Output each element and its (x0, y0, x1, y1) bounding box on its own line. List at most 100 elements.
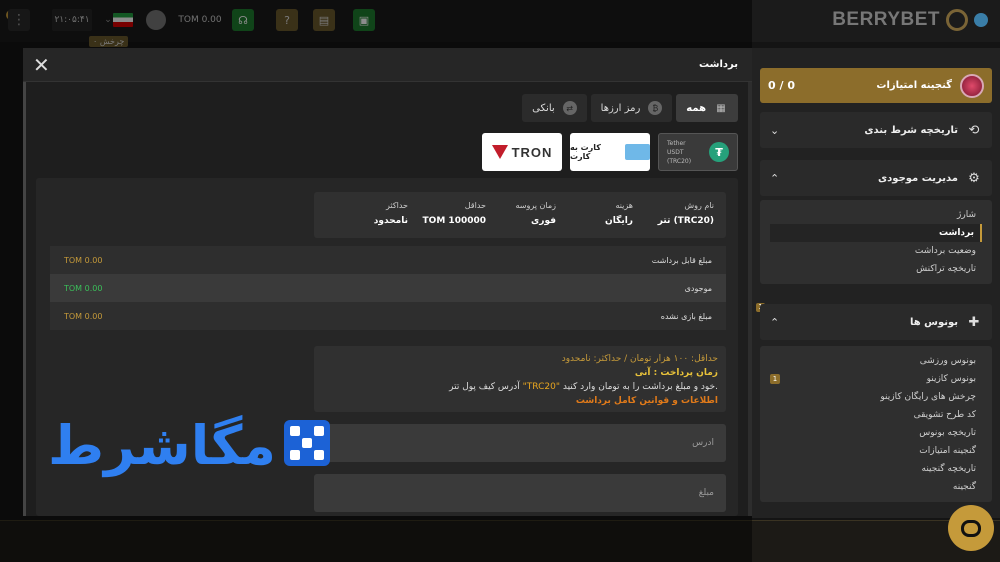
tab-all-label: همه (686, 102, 706, 114)
chevron-up-icon: ⌃ (770, 315, 780, 329)
info-time-header: زمان پروسه (515, 201, 557, 210)
withdraw-rules-link[interactable]: اطلاعات و قوانین کامل برداشت (322, 394, 718, 408)
tab-crypto[interactable]: رمز ارزها ₿ (590, 94, 673, 122)
table-row: TOM 0.00 موجودی (50, 274, 726, 302)
balance-table: TOM 0.00 مبلغ قابل برداشت TOM 0.00 موجود… (50, 246, 726, 330)
tab-bank[interactable]: بانکی ⇄ (522, 94, 587, 122)
tron-label: TRON (511, 144, 553, 160)
tether-name: Tether (667, 139, 686, 147)
scrollbar[interactable] (23, 82, 26, 516)
chevron-up-icon: ⌃ (770, 171, 780, 185)
sidebar-item-treasure-history[interactable]: تاریخچه گنجینه (770, 460, 982, 478)
tether-network: USDT (TRC20) (667, 148, 692, 165)
info-max: حداکثر نامحدود (374, 201, 408, 226)
amount-input[interactable] (314, 474, 726, 512)
watermark-logo: مگاشرط (48, 406, 333, 486)
gear-icon: ⚙ (968, 170, 980, 186)
method-tether-trc20[interactable]: Tether USDT (TRC20) ₮ (658, 133, 738, 171)
treasure-gem-icon (960, 73, 984, 98)
wallet-menu: شارژ برداشت وضعیت برداشت تاریخچه تراکنش (760, 200, 992, 284)
balance-label: موجودی (684, 283, 712, 293)
table-row: TOM 0.00 مبلغ بازی نشده (50, 302, 726, 330)
info-min-value: TOM 100000 (422, 216, 486, 226)
sidebar-item-deposit[interactable]: شارژ (770, 206, 982, 224)
info-min-header: حداقل (464, 201, 486, 210)
info-time: زمان پروسه فوری (516, 201, 557, 226)
watermark-text: مگاشرط (48, 414, 276, 477)
withdrawable-value: TOM 0.00 (64, 255, 103, 265)
casino-bonus-label: بونوس کازینو (926, 374, 976, 384)
wallet-label: مدیریت موجودی (878, 172, 958, 184)
notice-instructions: آدرس کیف پول تتر "TRC20" خود و مبلغ بردا… (322, 380, 718, 394)
points-treasure-card[interactable]: 0 / 0 گنجینه امتیازات (760, 68, 992, 103)
sidebar-item-promo-code[interactable]: کد طرح تشویقی (770, 406, 982, 424)
method-tron[interactable]: TRON (482, 133, 562, 171)
notice-instructions-post: خود و مبلغ برداشت را به تومان وارد کنید. (559, 382, 718, 392)
tab-bank-label: بانکی (532, 102, 555, 114)
info-max-header: حداکثر (385, 201, 408, 210)
info-method-header: نام روش (684, 201, 714, 210)
method-card-to-card[interactable]: کارت به کارت (570, 133, 650, 171)
payment-methods: TRON کارت به کارت Tether USDT (TRC20) ₮ (482, 133, 738, 171)
withdraw-notice: حداقل: ۱۰۰ هزار تومان / حداکثر: نامحدود … (314, 346, 726, 412)
wallet-section[interactable]: ⌃ مدیریت موجودی ⚙ (760, 160, 992, 196)
tab-crypto-label: رمز ارزها (600, 102, 641, 114)
info-max-value: نامحدود (373, 216, 408, 226)
brand-mark-icon (946, 9, 968, 31)
info-time-value: فوری (531, 216, 556, 226)
table-row: TOM 0.00 مبلغ قابل برداشت (50, 246, 726, 274)
info-method: نام روش تتر (TRC20) (658, 201, 714, 226)
treasure-label: گنجینه امتیازات (876, 80, 952, 91)
sidebar-item-transactions[interactable]: تاریخچه تراکنش (770, 260, 982, 278)
brand-logo[interactable]: BERRYBET (832, 9, 988, 31)
bitcoin-icon: ₿ (648, 101, 663, 115)
chat-icon (961, 519, 981, 537)
card-to-card-label: کارت به کارت (570, 143, 601, 161)
tether-logo-icon: ₮ (709, 142, 729, 162)
bonus-menu: بونوس ورزشی 1 بونوس کازینو چرخش های رایگ… (760, 346, 992, 502)
info-fee: هزینه رایگان (605, 201, 633, 226)
scrollbar-track[interactable] (748, 82, 752, 516)
gift-icon: ✚ (968, 314, 980, 330)
sidebar-item-sport-bonus[interactable]: بونوس ورزشی (770, 352, 982, 370)
withdrawable-label: مبلغ قابل برداشت (651, 255, 712, 265)
info-fee-value: رایگان (605, 216, 633, 226)
bonus-label: بونوس ها (909, 316, 958, 328)
bank-card-icon (625, 144, 650, 160)
casino-bonus-badge: 1 (770, 374, 780, 384)
close-icon[interactable]: ✕ (33, 55, 50, 75)
notice-limits: حداقل: ۱۰۰ هزار تومان / حداکثر: نامحدود (561, 354, 718, 364)
sidebar-item-withdraw-status[interactable]: وضعیت برداشت (770, 242, 982, 260)
dice-icon (284, 420, 330, 466)
treasure-score: 0 / 0 (768, 79, 795, 92)
sidebar-item-withdraw[interactable]: برداشت (770, 224, 982, 242)
tether-caption: Tether USDT (TRC20) (667, 139, 709, 166)
balance-value: TOM 0.00 (64, 283, 103, 293)
exchange-icon: ⇄ (562, 101, 577, 115)
bet-history-section[interactable]: ⌄ تاریخچه شرط بندی ⟲ (760, 112, 992, 148)
info-min: حداقل TOM 100000 (423, 201, 486, 226)
telegram-icon[interactable] (974, 13, 988, 27)
grid-icon: ▦ (716, 102, 726, 114)
modal-header: ✕ برداشت (23, 48, 752, 82)
tab-all[interactable]: همه ▦ (676, 94, 738, 122)
brand-name: BERRYBET (832, 9, 940, 30)
info-method-value: تتر (TRC20) (657, 216, 714, 226)
wallet-address-input[interactable] (314, 424, 726, 462)
tron-logo-icon (491, 145, 508, 159)
info-fee-header: هزینه (615, 201, 633, 210)
method-info: نام روش تتر (TRC20) هزینه رایگان زمان پر… (314, 192, 726, 238)
history-icon: ⟲ (968, 122, 980, 138)
sidebar-item-points-treasure[interactable]: گنجینه امتیازات (770, 442, 982, 460)
notice-payment-time: زمان پرداخت : آنی (634, 368, 718, 378)
unplayed-value: TOM 0.00 (64, 311, 103, 321)
notice-instructions-pre: آدرس کیف پول تتر (449, 382, 523, 392)
sidebar-item-treasure[interactable]: گنجینه (770, 478, 982, 496)
sidebar-item-free-spins[interactable]: چرخش های رایگان کازینو (770, 388, 982, 406)
bonus-section[interactable]: ⌃ بونوس ها ✚ (760, 304, 992, 340)
sidebar-item-casino-bonus[interactable]: 1 بونوس کازینو (770, 370, 982, 388)
method-filter-tabs: بانکی ⇄ رمز ارزها ₿ همه ▦ (522, 94, 738, 122)
support-chat-button[interactable] (948, 505, 994, 551)
sidebar-item-bonus-history[interactable]: تاریخچه بونوس (770, 424, 982, 442)
bet-history-label: تاریخچه شرط بندی (864, 124, 958, 136)
